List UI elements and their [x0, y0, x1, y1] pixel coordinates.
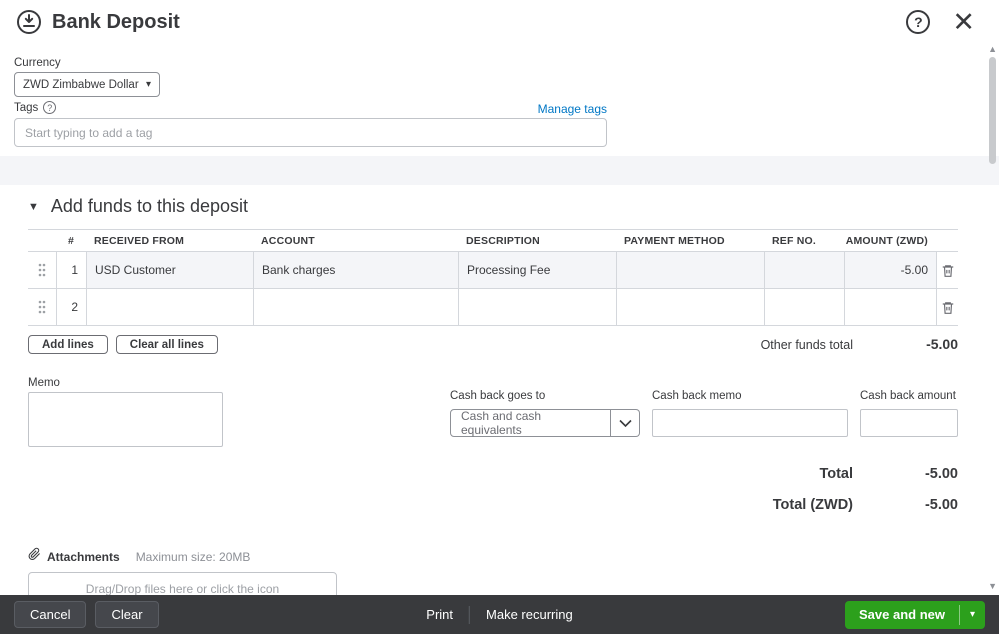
memo-label: Memo: [28, 377, 60, 389]
tags-info-icon[interactable]: ?: [43, 101, 57, 114]
cell-ref-no[interactable]: [764, 252, 844, 288]
drag-handle-icon[interactable]: [38, 263, 46, 277]
currency-label: Currency: [14, 57, 61, 69]
total-zwd-value: -5.00: [924, 497, 958, 513]
cell-account[interactable]: Bank charges: [253, 252, 458, 288]
cancel-button[interactable]: Cancel: [14, 601, 87, 628]
cell-payment-method[interactable]: [616, 252, 764, 288]
print-button[interactable]: Print: [426, 607, 453, 622]
other-funds-total-label: Other funds total: [760, 338, 853, 352]
col-received-from: RECEIVED FROM: [94, 234, 185, 247]
save-and-new-label[interactable]: Save and new: [845, 601, 959, 629]
trash-column-header: [936, 230, 958, 251]
cash-back-amount-input[interactable]: [860, 409, 958, 437]
cash-back-memo-input[interactable]: [652, 409, 848, 437]
row-number: 1: [56, 252, 86, 288]
drag-handle-icon[interactable]: [38, 300, 46, 314]
table-header-row: # RECEIVED FROM ACCOUNT DESCRIPTION PAYM…: [28, 229, 958, 252]
footer-divider: [469, 605, 471, 624]
attachments-max-size: Maximum size: 20MB: [135, 549, 251, 564]
currency-select[interactable]: ZWD Zimbabwe Dollar ▾: [14, 72, 160, 97]
col-ref-no: REF NO.: [772, 234, 816, 247]
cell-amount[interactable]: -5.00: [844, 252, 936, 288]
cash-back-goes-to-label: Cash back goes to: [450, 390, 546, 402]
section-divider: [0, 156, 999, 185]
bank-deposit-window: Bank Deposit ? ✕ Currency ZWD Zimbabwe D…: [0, 0, 999, 634]
add-lines-button[interactable]: Add lines: [28, 335, 108, 354]
total-zwd-label: Total (ZWD): [772, 497, 853, 513]
col-num: #: [67, 234, 75, 247]
cash-back-amount-label: Cash back amount: [860, 390, 956, 402]
scrollbar-thumb[interactable]: [989, 57, 996, 164]
paperclip-icon: [28, 547, 41, 566]
cell-received-from[interactable]: USD Customer: [86, 252, 253, 288]
delete-row-icon[interactable]: [941, 300, 955, 315]
cash-back-goes-to-value: Cash and cash equivalents: [450, 409, 611, 437]
deposit-lines-table: # RECEIVED FROM ACCOUNT DESCRIPTION PAYM…: [28, 229, 958, 326]
clear-all-lines-button[interactable]: Clear all lines: [115, 335, 218, 354]
header: Bank Deposit ? ✕: [0, 0, 999, 44]
drag-column-header: [28, 230, 56, 251]
cell-description[interactable]: Processing Fee: [458, 252, 616, 288]
chevron-down-icon[interactable]: [611, 409, 640, 437]
bank-deposit-icon: [16, 9, 42, 35]
cell-ref-no[interactable]: [764, 289, 844, 325]
collapse-section-icon[interactable]: ▼: [28, 201, 39, 213]
other-funds-total-value: -5.00: [926, 336, 958, 352]
table-row: 1 USD Customer Bank charges Processing F…: [28, 252, 958, 289]
chevron-down-icon[interactable]: ▾: [960, 601, 985, 629]
save-and-new-button[interactable]: Save and new ▾: [845, 600, 985, 629]
manage-tags-link[interactable]: Manage tags: [538, 102, 607, 116]
cell-payment-method[interactable]: [616, 289, 764, 325]
scroll-down-icon[interactable]: ▼: [988, 581, 997, 591]
tags-label: Tags: [14, 101, 39, 114]
cell-description[interactable]: [458, 289, 616, 325]
tags-input[interactable]: [14, 118, 607, 147]
attachments-label: Attachments: [47, 549, 120, 564]
currency-select-value: ZWD Zimbabwe Dollar: [23, 78, 139, 91]
row-number: 2: [56, 289, 86, 325]
delete-row-icon[interactable]: [941, 263, 955, 278]
section-title: Add funds to this deposit: [50, 196, 249, 216]
cash-back-memo-label: Cash back memo: [652, 390, 742, 402]
total-value: -5.00: [924, 466, 958, 482]
col-description: DESCRIPTION: [466, 234, 540, 247]
cash-back-goes-to-select[interactable]: Cash and cash equivalents: [450, 409, 640, 437]
close-icon[interactable]: ✕: [952, 8, 975, 36]
page-title: Bank Deposit: [52, 10, 180, 33]
col-account: ACCOUNT: [261, 234, 315, 247]
help-icon[interactable]: ?: [906, 10, 931, 34]
cell-amount[interactable]: [844, 289, 936, 325]
total-label: Total: [819, 466, 853, 482]
col-payment-method: PAYMENT METHOD: [624, 234, 725, 247]
table-row: 2: [28, 289, 958, 326]
cell-received-from[interactable]: [86, 289, 253, 325]
memo-input[interactable]: [28, 392, 223, 447]
scroll-up-icon[interactable]: ▲: [988, 44, 997, 54]
footer-bar: Cancel Clear Print Make recurring Save a…: [0, 595, 999, 634]
make-recurring-button[interactable]: Make recurring: [486, 607, 573, 622]
cell-account[interactable]: [253, 289, 458, 325]
col-amount: AMOUNT (ZWD): [845, 234, 928, 247]
caret-down-icon: ▾: [145, 79, 151, 90]
clear-button[interactable]: Clear: [95, 601, 159, 628]
